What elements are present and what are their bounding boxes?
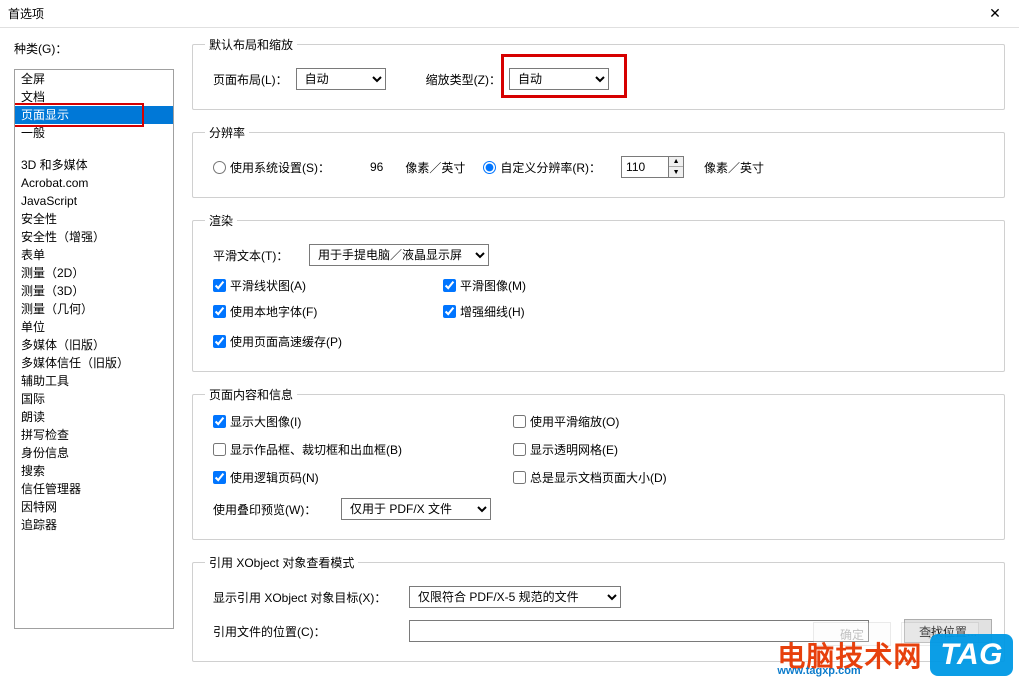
page-content-section: 页面内容和信息 显示大图像(I) 使用平滑缩放(O) 显示作品框、裁切框和出血框…	[192, 386, 1005, 540]
use-local-font-check[interactable]: 使用本地字体(F)	[213, 303, 317, 320]
sidebar-item[interactable]: 单位	[15, 318, 173, 336]
zoom-type-label: 缩放类型(Z)：	[426, 71, 501, 88]
sidebar-item[interactable]: Acrobat.com	[15, 174, 173, 192]
sidebar-item[interactable]: 表单	[15, 246, 173, 264]
ref-file-location-label: 引用文件的位置(C)：	[213, 623, 401, 640]
sidebar-item[interactable]: 测量（2D）	[15, 264, 173, 282]
sidebar-item[interactable]: 信任管理器	[15, 480, 173, 498]
sidebar-item[interactable]: 3D 和多媒体	[15, 156, 173, 174]
layout-section: 默认布局和缩放 页面布局(L)： 自动 缩放类型(Z)： 自动	[192, 36, 1005, 110]
unit-label: 像素／英寸	[405, 159, 465, 176]
sidebar-item[interactable]: 一般	[15, 124, 173, 142]
sidebar-item-selected[interactable]: 页面显示	[15, 106, 173, 124]
zoom-type-select[interactable]: 自动	[509, 68, 609, 90]
always-show-doc-page-size-check[interactable]: 总是显示文档页面大小(D)	[513, 469, 667, 486]
resolution-legend: 分辨率	[205, 124, 249, 141]
sidebar-item[interactable]: 身份信息	[15, 444, 173, 462]
close-button[interactable]: ✕	[975, 0, 1015, 28]
use-smooth-zoom-check[interactable]: 使用平滑缩放(O)	[513, 413, 619, 430]
sidebar-item[interactable]: 搜索	[15, 462, 173, 480]
smooth-text-select[interactable]: 用于手提电脑／液晶显示屏	[309, 244, 489, 266]
category-list[interactable]: 全屏 文档 页面显示 一般 3D 和多媒体 Acrobat.com JavaSc…	[14, 69, 174, 629]
sidebar-item[interactable]: 文档	[15, 88, 173, 106]
resolution-section: 分辨率 使用系统设置(S)： 96 像素／英寸 自定义分辨率(R)： ▲ ▼	[192, 124, 1005, 198]
show-boxes-check[interactable]: 显示作品框、裁切框和出血框(B)	[213, 441, 402, 458]
render-legend: 渲染	[205, 212, 237, 229]
sidebar-item[interactable]: 多媒体（旧版）	[15, 336, 173, 354]
sidebar-item[interactable]: JavaScript	[15, 192, 173, 210]
sidebar-item[interactable]: 安全性	[15, 210, 173, 228]
show-transparency-grid-check[interactable]: 显示透明网格(E)	[513, 441, 618, 458]
sidebar-item[interactable]: 测量（几何）	[15, 300, 173, 318]
sidebar-item[interactable]: 辅助工具	[15, 372, 173, 390]
xobject-target-label: 显示引用 XObject 对象目标(X)：	[213, 589, 401, 606]
smooth-lineart-check[interactable]: 平滑线状图(A)	[213, 277, 306, 294]
custom-resolution-input[interactable]	[621, 156, 669, 178]
sidebar-item[interactable]: 多媒体信任（旧版）	[15, 354, 173, 372]
spinner-down-icon[interactable]: ▼	[669, 167, 683, 177]
overprint-preview-label: 使用叠印预览(W)：	[213, 501, 333, 518]
sidebar-item[interactable]: 追踪器	[15, 516, 173, 534]
page-content-legend: 页面内容和信息	[205, 386, 297, 403]
layout-legend: 默认布局和缩放	[205, 36, 297, 53]
page-layout-label: 页面布局(L)：	[213, 71, 288, 88]
window-title: 首选项	[8, 5, 44, 22]
xobject-target-select[interactable]: 仅限符合 PDF/X-5 规范的文件	[409, 586, 621, 608]
sidebar-item[interactable]: 全屏	[15, 70, 173, 88]
use-logical-page-num-check[interactable]: 使用逻辑页码(N)	[213, 469, 319, 486]
sidebar-item[interactable]: 朗读	[15, 408, 173, 426]
show-large-images-check[interactable]: 显示大图像(I)	[213, 413, 301, 430]
sidebar-item[interactable]: 测量（3D）	[15, 282, 173, 300]
custom-resolution-radio[interactable]: 自定义分辨率(R)：	[483, 159, 601, 176]
unit-label-2: 像素／英寸	[704, 159, 764, 176]
render-section: 渲染 平滑文本(T)： 用于手提电脑／液晶显示屏 平滑线状图(A) 平滑图像(M…	[192, 212, 1005, 372]
smooth-text-label: 平滑文本(T)：	[213, 247, 301, 264]
sidebar-item[interactable]: 因特网	[15, 498, 173, 516]
use-page-cache-check[interactable]: 使用页面高速缓存(P)	[213, 333, 342, 350]
enhance-thin-check[interactable]: 增强细线(H)	[443, 303, 525, 320]
page-layout-select[interactable]: 自动	[296, 68, 386, 90]
spinner-up-icon[interactable]: ▲	[669, 157, 683, 167]
watermark: 电脑技术网 www.tagxp.com TAG	[777, 634, 1013, 676]
watermark-tag: TAG	[930, 634, 1013, 676]
overprint-preview-select[interactable]: 仅用于 PDF/X 文件	[341, 498, 491, 520]
smooth-image-check[interactable]: 平滑图像(M)	[443, 277, 526, 294]
sidebar-item[interactable]: 国际	[15, 390, 173, 408]
sidebar-item[interactable]: 拼写检查	[15, 426, 173, 444]
system-resolution-value: 96	[370, 160, 383, 174]
xobject-legend: 引用 XObject 对象查看模式	[205, 554, 358, 571]
use-system-radio[interactable]: 使用系统设置(S)：	[213, 159, 330, 176]
sidebar-item[interactable]: 安全性（增强）	[15, 228, 173, 246]
watermark-url: www.tagxp.com	[777, 665, 860, 677]
category-label: 种类(G)：	[14, 36, 174, 65]
